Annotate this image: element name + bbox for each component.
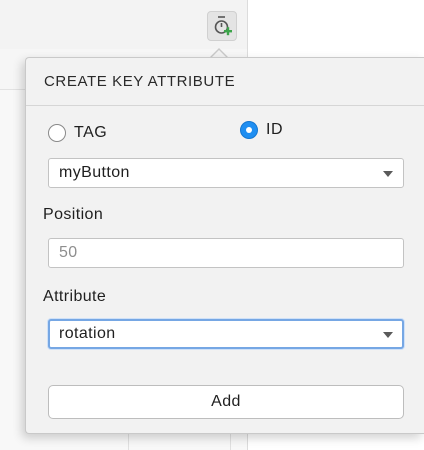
divider: [26, 105, 424, 106]
add-button[interactable]: Add: [48, 385, 404, 419]
chevron-down-icon: [383, 332, 393, 338]
create-key-attribute-popup: CREATE KEY ATTRIBUTE TAG ID myButton Pos…: [25, 57, 424, 434]
id-radio[interactable]: [240, 121, 258, 139]
tag-radio[interactable]: [48, 124, 66, 142]
attribute-select[interactable]: rotation: [48, 319, 404, 349]
add-keyframe-icon: [214, 16, 232, 36]
attribute-select-value: rotation: [59, 325, 116, 342]
chevron-down-icon: [383, 171, 393, 177]
popup-title: CREATE KEY ATTRIBUTE: [44, 73, 236, 90]
add-keyframe-button[interactable]: [207, 11, 237, 41]
tag-radio-label[interactable]: TAG: [74, 124, 107, 142]
target-select[interactable]: myButton: [48, 158, 404, 188]
position-input[interactable]: 50: [48, 238, 404, 268]
id-radio-label[interactable]: ID: [266, 121, 283, 139]
position-label: Position: [43, 206, 104, 223]
target-select-value: myButton: [59, 164, 130, 181]
attribute-label: Attribute: [43, 288, 107, 305]
position-input-placeholder: 50: [59, 244, 78, 261]
